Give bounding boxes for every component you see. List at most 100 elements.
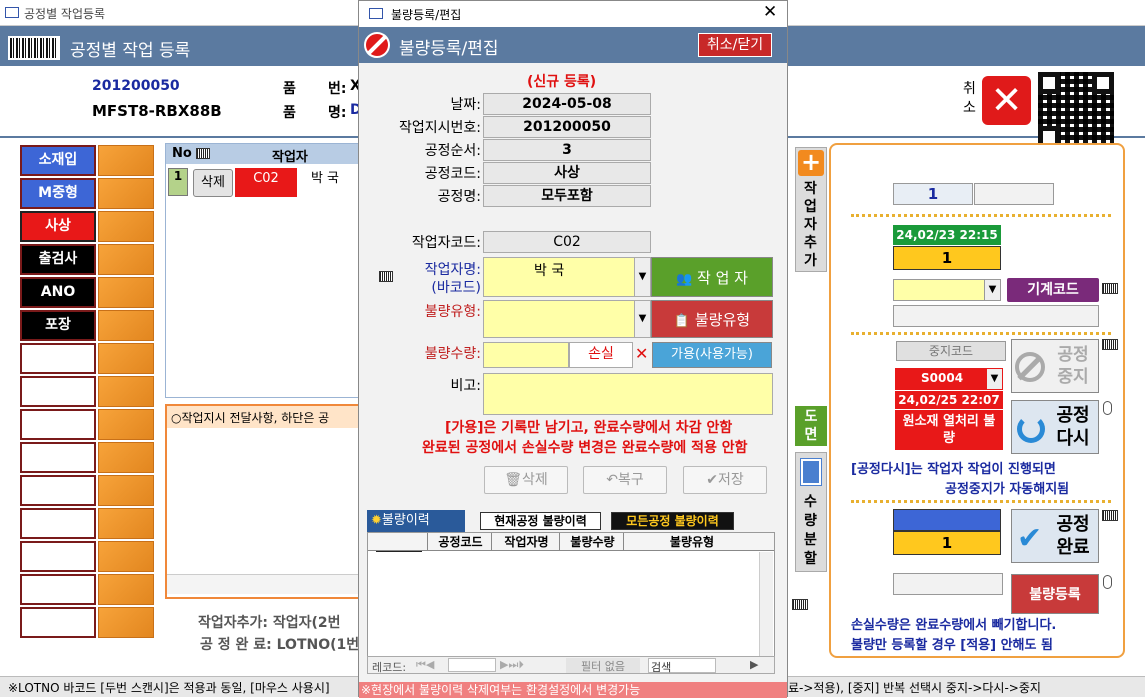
process-btn-5[interactable]: ANO: [20, 277, 96, 308]
dialog-window-title: 불량등록/편집: [391, 8, 462, 22]
nav-record-input[interactable]: [448, 658, 496, 672]
chevron-down-icon: ▼: [984, 280, 1000, 300]
process-btn-12[interactable]: [20, 508, 96, 539]
seq-field: 3: [483, 139, 651, 161]
process-btn-13[interactable]: [20, 541, 96, 572]
chevron-down-icon[interactable]: ▼: [987, 369, 1002, 389]
delete-button[interactable]: 🗑삭제: [484, 466, 568, 494]
nav-filter[interactable]: 필터 없음: [566, 658, 640, 673]
pum-label-2: 품: [283, 105, 296, 121]
status-left: ※LOTNO 바코드 [두번 스캔시]은 적용과 동일, [마우스 사용시]: [8, 681, 330, 695]
note-scroll[interactable]: [167, 574, 373, 594]
process-sub-btn-15[interactable]: [98, 607, 154, 638]
qty-box-1: 1: [893, 246, 1001, 270]
process-sub-btn-5[interactable]: [98, 277, 154, 308]
nav-next-icon[interactable]: ▶⏭⏵: [500, 658, 524, 672]
stop-code-button[interactable]: 중지코드: [896, 341, 1006, 361]
instruction-note-panel: ○작업지시 전달사항, 하단은 공: [165, 404, 375, 599]
restore-button[interactable]: ↶복구: [583, 466, 667, 494]
chevron-down-icon: ▼: [634, 258, 650, 296]
process-sub-btn-1[interactable]: [98, 145, 154, 176]
process-btn-10[interactable]: [20, 442, 96, 473]
worker-code-field[interactable]: C02: [483, 231, 651, 253]
process-btn-8[interactable]: [20, 376, 96, 407]
app-title: 공정별 작업 등록: [70, 41, 191, 61]
process-sub-btn-3[interactable]: [98, 211, 154, 242]
process-btn-4[interactable]: 출검사: [20, 244, 96, 275]
history-list: 공정코드 작업자명 불량수량 불량유형: [367, 532, 775, 657]
process-sub-btn-4[interactable]: [98, 244, 154, 275]
close-icon[interactable]: ✕: [635, 344, 648, 363]
process-btn-2[interactable]: M중형: [20, 178, 96, 209]
process-sub-btn-2[interactable]: [98, 178, 154, 209]
process-sub-btn-8[interactable]: [98, 376, 154, 407]
all-history-button[interactable]: 모든공정 불량이력: [611, 512, 734, 530]
order-label: 작업지시번호:: [399, 120, 481, 136]
process-btn-9[interactable]: [20, 409, 96, 440]
process-sub-btn-9[interactable]: [98, 409, 154, 440]
defect-type-select[interactable]: ▼: [483, 300, 651, 338]
process-sub-btn-10[interactable]: [98, 442, 154, 473]
qty-box-2: 1: [893, 531, 1001, 555]
col-worker-name: 작업자명: [494, 533, 560, 550]
process-sub-btn-6[interactable]: [98, 310, 154, 341]
remark-input[interactable]: [483, 373, 773, 415]
cancel-close-button[interactable]: 취소/닫기: [698, 33, 772, 57]
sun-icon: ✹: [371, 513, 382, 528]
nav-search[interactable]: 검색: [648, 658, 716, 674]
row-number: 1: [168, 168, 188, 196]
worker-name-value: 박 국: [534, 263, 565, 279]
record-navigator: 레코드: ⏮◀ ▶⏭⏵ 필터 없음 검색 ▶: [367, 656, 775, 674]
cancel-x-button[interactable]: ✕: [982, 76, 1031, 125]
restart-note-1: [공정다시]는 작업자 작업이 진행되면: [851, 462, 1056, 477]
app-icon: [369, 8, 383, 19]
history-scrollbar[interactable]: [759, 552, 773, 656]
date-field: 2024-05-08: [483, 93, 651, 115]
proc-name-label: 공정명:: [437, 189, 481, 205]
nav-scroll-right-icon[interactable]: ▶: [750, 658, 758, 671]
process-sub-btn-11[interactable]: [98, 475, 154, 506]
defect-register-button[interactable]: 불량등록: [1011, 574, 1099, 614]
process-sub-btn-14[interactable]: [98, 574, 154, 605]
process-btn-3[interactable]: 사상: [20, 211, 96, 242]
drawing-button[interactable]: 도면: [795, 406, 827, 446]
check-icon: ✔: [706, 472, 718, 488]
delete-button-label: 삭제: [522, 472, 548, 488]
restore-button-label: 복구: [617, 472, 644, 488]
split-qty-button[interactable]: 수량분할: [795, 452, 827, 572]
defect-qty-input[interactable]: [483, 342, 569, 368]
complete-qty-bar: [893, 509, 1001, 531]
process-btn-7[interactable]: [20, 343, 96, 374]
process-sub-btn-7[interactable]: [98, 343, 154, 374]
row-delete-button[interactable]: 삭제: [193, 169, 233, 197]
machine-name-field: [893, 305, 1099, 327]
machine-code-button[interactable]: 기계코드: [1007, 278, 1099, 302]
loss-note-1: 손실수량은 완료수량에서 빼기합니다.: [851, 618, 1057, 633]
process-btn-11[interactable]: [20, 475, 96, 506]
machine-code-select[interactable]: ▼: [893, 279, 1001, 301]
process-sub-btn-13[interactable]: [98, 541, 154, 572]
process-sub-btn-12[interactable]: [98, 508, 154, 539]
usable-button[interactable]: 가용(사용가능): [652, 342, 772, 368]
process-btn-15[interactable]: [20, 607, 96, 638]
process-btn-6[interactable]: 포장: [20, 310, 96, 341]
worker-button[interactable]: 👥 작 업 자: [651, 257, 773, 297]
process-btn-14[interactable]: [20, 574, 96, 605]
history-tab[interactable]: ✹불량이력: [367, 510, 465, 532]
mode-label: (신규 등록): [527, 74, 597, 90]
current-history-button[interactable]: 현재공정 불량이력: [480, 512, 601, 530]
date-label: 날짜:: [450, 97, 481, 113]
nav-first-icon[interactable]: ⏮◀: [416, 658, 434, 672]
defect-type-button[interactable]: 📋 불량유형: [651, 300, 773, 338]
plus-icon: +: [798, 150, 824, 176]
add-worker-button[interactable]: + 작업자추가: [795, 147, 827, 272]
worker-name-select[interactable]: 박 국 ▼: [483, 257, 651, 297]
warning-2: 완료된 공정에서 손실수량 변경은 완료수량에 적용 안함: [422, 440, 748, 456]
save-button[interactable]: ✔저장: [683, 466, 767, 494]
col-no: No: [172, 146, 192, 161]
worker-button-label: 작 업 자: [697, 269, 748, 287]
barcode-small-icon: [1102, 339, 1118, 350]
close-icon[interactable]: ✕: [763, 2, 777, 22]
chevron-down-icon: ▼: [634, 301, 650, 337]
process-btn-1[interactable]: 소재입: [20, 145, 96, 176]
